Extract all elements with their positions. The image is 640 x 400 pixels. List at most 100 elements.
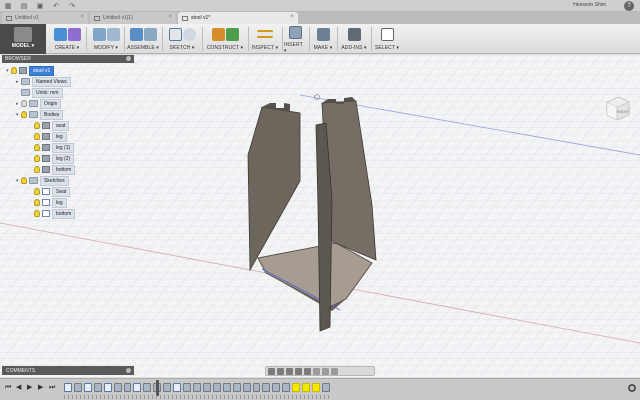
gear-icon[interactable]	[628, 384, 636, 392]
tree-item-body-leg-1[interactable]: leg (1)	[34, 142, 75, 153]
timeline-feature-extrude[interactable]	[73, 383, 82, 392]
fit-icon[interactable]	[304, 367, 311, 375]
create-menu-button[interactable]: CREATE ▾	[52, 24, 82, 54]
tree-item-body-bottom[interactable]: bottom	[34, 164, 76, 175]
add-comment-icon[interactable]	[126, 368, 131, 373]
tree-item-sketches[interactable]: ▾ Sketches	[16, 175, 69, 186]
visibility-bulb-icon[interactable]	[21, 177, 27, 184]
timeline-feature-combine[interactable]	[262, 383, 271, 392]
tree-item-bodies[interactable]: ▾ Bodies	[16, 109, 64, 120]
help-icon[interactable]: ?	[624, 1, 634, 11]
go-to-end-icon[interactable]: ⏭	[49, 384, 55, 392]
timeline-marker[interactable]	[156, 380, 159, 396]
timeline-feature-extrude[interactable]	[183, 383, 191, 392]
construct-menu-button[interactable]: CONSTRUCT ▾	[206, 24, 244, 54]
timeline-feature-move[interactable]	[143, 383, 152, 392]
sketch-icon	[168, 27, 182, 41]
grid-menu-icon[interactable]: ▦	[0, 0, 16, 12]
tree-item-sketch-leg[interactable]: leg	[34, 197, 67, 208]
redo-icon[interactable]: ↷	[64, 0, 80, 12]
visibility-bulb-icon[interactable]	[34, 133, 40, 140]
timeline-feature-move[interactable]	[113, 383, 122, 392]
timeline-feature-sketch[interactable]	[64, 383, 72, 392]
timeline-feature-combine[interactable]	[232, 383, 241, 392]
go-to-start-icon[interactable]: ⏮	[5, 384, 11, 392]
display-settings-icon[interactable]	[313, 367, 320, 375]
timeline-feature-highlighted[interactable]	[292, 383, 301, 392]
save-icon[interactable]: ▣	[32, 0, 48, 12]
add-ins-menu-button[interactable]: ADD-INS ▾	[340, 24, 368, 54]
visibility-bulb-icon[interactable]	[34, 166, 40, 173]
visibility-bulb-icon[interactable]	[34, 188, 40, 195]
insert-menu-button[interactable]: INSERT ▾	[284, 24, 306, 54]
timeline-feature-extrude[interactable]	[252, 383, 261, 392]
timeline-feature-sketch[interactable]	[133, 383, 142, 392]
tree-item-root[interactable]: ▾ stool v1	[6, 65, 55, 76]
tree-item-sketch-seat[interactable]: Seat	[34, 186, 71, 197]
look-at-icon[interactable]	[277, 367, 284, 375]
visibility-bulb-icon[interactable]	[34, 155, 40, 162]
visibility-bulb-icon[interactable]	[21, 100, 27, 107]
tree-item-body-leg-2[interactable]: leg (2)	[34, 153, 75, 164]
tree-item-body-leg[interactable]: leg	[34, 131, 67, 142]
viewports-icon[interactable]	[331, 367, 338, 375]
viewcube-face-label: RIGHT	[617, 109, 630, 114]
make-menu-button[interactable]: MAKE ▾	[312, 24, 334, 54]
user-name[interactable]: Heeseon Shim	[573, 2, 606, 8]
workspace-switcher-button[interactable]: MODEL ▾	[0, 24, 46, 54]
tree-item-units[interactable]: Units: mm	[16, 87, 63, 98]
zoom-icon[interactable]	[295, 367, 302, 375]
sketch-menu-button[interactable]: SKETCH ▾	[166, 24, 198, 54]
tab-stool-v1[interactable]: stool v1* ×	[178, 12, 298, 24]
tree-item-origin[interactable]: ▸ Origin	[16, 98, 62, 109]
timeline-track[interactable]	[64, 383, 330, 393]
tree-item-sketch-bottom[interactable]: bottom	[34, 208, 76, 219]
modify-menu-button[interactable]: MODIFY ▾	[90, 24, 122, 54]
play-icon[interactable]: ▶	[27, 384, 33, 392]
close-icon[interactable]: ×	[168, 14, 172, 20]
assemble-menu-button[interactable]: ASSEMBLE ▾	[126, 24, 160, 54]
visibility-bulb-icon[interactable]	[34, 122, 40, 129]
timeline-feature-extrude[interactable]	[321, 383, 330, 392]
timeline-feature-move[interactable]	[212, 383, 221, 392]
step-forward-icon[interactable]: ▶	[38, 384, 44, 392]
timeline-feature-combine[interactable]	[202, 383, 211, 392]
select-menu-button[interactable]: SELECT ▾	[374, 24, 400, 54]
browser-header[interactable]: BROWSER	[2, 55, 134, 63]
tree-item-named-views[interactable]: ▸ Named Views	[16, 76, 71, 87]
toolbar-divider	[337, 27, 338, 51]
timeline-feature-move[interactable]	[272, 383, 281, 392]
pan-icon[interactable]	[286, 367, 293, 375]
timeline-feature-highlighted[interactable]	[312, 383, 320, 392]
tree-item-body-seat[interactable]: seat	[34, 120, 70, 131]
orbit-icon[interactable]	[268, 367, 275, 375]
timeline-feature-sketch[interactable]	[103, 383, 112, 392]
timeline-feature-extrude[interactable]	[93, 383, 102, 392]
timeline-feature-sketch[interactable]	[83, 383, 92, 392]
timeline-feature-extrude[interactable]	[123, 383, 132, 392]
inspect-menu-button[interactable]: INSPECT ▾	[250, 24, 280, 54]
undo-icon[interactable]: ↶	[48, 0, 64, 12]
tab-untitled-v1[interactable]: Untitled v1 ×	[2, 12, 88, 24]
visibility-bulb-icon[interactable]	[21, 111, 27, 118]
timeline-feature-move[interactable]	[242, 383, 251, 392]
tab-untitled-v1-1[interactable]: Untitled v1(1) ×	[90, 12, 176, 24]
panel-toggle-icon[interactable]	[126, 56, 131, 61]
grid-settings-icon[interactable]	[322, 367, 329, 375]
comments-panel[interactable]: COMMENTS	[2, 366, 134, 375]
timeline-feature-extrude[interactable]	[222, 383, 231, 392]
timeline-feature-sketch[interactable]	[173, 383, 182, 392]
file-icon[interactable]: ▤	[16, 0, 32, 12]
timeline-feature-move[interactable]	[163, 383, 172, 392]
visibility-bulb-icon[interactable]	[11, 67, 17, 74]
visibility-bulb-icon[interactable]	[34, 210, 40, 217]
viewcube[interactable]: RIGHT	[602, 93, 632, 123]
step-back-icon[interactable]: ◀	[16, 384, 22, 392]
visibility-bulb-icon[interactable]	[34, 144, 40, 151]
timeline-feature-highlighted[interactable]	[302, 383, 311, 392]
timeline-feature-combine[interactable]	[192, 383, 201, 392]
timeline-feature-extrude[interactable]	[282, 383, 291, 392]
close-icon[interactable]: ×	[80, 14, 84, 20]
visibility-bulb-icon[interactable]	[34, 199, 40, 206]
close-icon[interactable]: ×	[290, 14, 294, 20]
